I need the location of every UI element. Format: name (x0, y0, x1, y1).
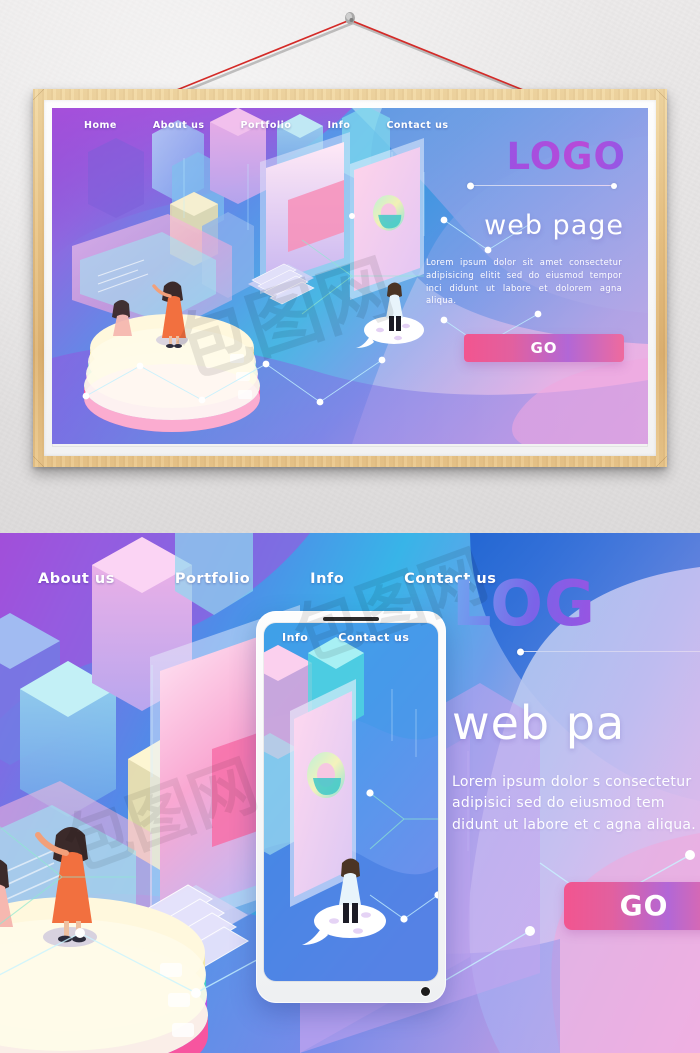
phone-nav-item-contact-us[interactable]: Contact us (338, 631, 409, 644)
detail-logo: LOG (452, 573, 700, 635)
poster-content: LOGO web page Lorem ipsum dolor sit amet… (390, 138, 626, 363)
nav-item-portfolio[interactable]: Portfolio (241, 120, 292, 131)
phone-screen: Info Contact us (264, 623, 438, 981)
phone-screen-artwork (264, 623, 438, 981)
detail-nav[interactable]: About us Portfolio Info Contact us (38, 571, 496, 587)
poster-go-button[interactable]: GO (464, 334, 624, 363)
detail-logo-divider (517, 648, 700, 655)
detail-go-button[interactable]: GO (564, 881, 700, 930)
frame-mat: Home About us Portfolio Info Contact us … (44, 100, 656, 456)
detail-nav-item-portfolio[interactable]: Portfolio (175, 571, 250, 587)
phone-nav-item-info[interactable]: Info (282, 631, 308, 644)
nav-item-about-us[interactable]: About us (153, 120, 205, 131)
phone-camera-icon (421, 987, 430, 996)
poster-headline: web page (484, 210, 624, 241)
detail-nav-item-info[interactable]: Info (310, 571, 344, 587)
hanger-cord (156, 19, 544, 99)
detail-headline: web pa (452, 696, 626, 750)
nav-item-contact-us[interactable]: Contact us (386, 120, 448, 131)
poster-nav[interactable]: Home About us Portfolio Info Contact us (84, 120, 449, 131)
logo-divider (467, 182, 617, 189)
nail-shadow (349, 18, 354, 22)
nav-item-home[interactable]: Home (84, 120, 117, 131)
poster-body-text: Lorem ipsum dolor sit amet consectetur a… (426, 257, 622, 306)
poster-logo: LOGO (390, 138, 626, 175)
detail-content: LOG web pa Lorem ipsum dolor s consectet… (452, 573, 700, 930)
nav-item-info[interactable]: Info (327, 120, 350, 131)
picture-frame: Home About us Portfolio Info Contact us … (33, 89, 667, 467)
poster-artwork: Home About us Portfolio Info Contact us … (52, 108, 648, 447)
phone-nav[interactable]: Info Contact us (282, 631, 409, 644)
phone-speaker (323, 617, 379, 621)
phone-mockup: Info Contact us (256, 611, 446, 1003)
detail-nav-item-about-us[interactable]: About us (38, 571, 115, 587)
detail-body-text: Lorem ipsum dolor s consectetur adipisic… (452, 774, 697, 833)
detail-panel: About us Portfolio Info Contact us LOG w… (0, 533, 700, 1053)
